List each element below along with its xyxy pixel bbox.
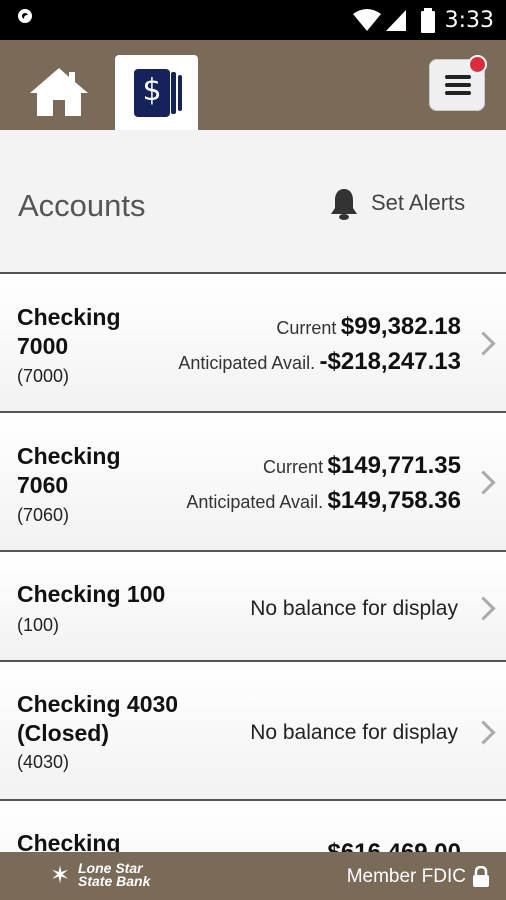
account-name-line: 7060 — [17, 472, 69, 498]
account-name-line: 7000 — [17, 333, 69, 359]
account-name-line: Checking — [17, 304, 121, 330]
account-name-line: (Closed) — [17, 720, 109, 746]
bank-logo-line: State Bank — [78, 873, 151, 889]
menu-button[interactable] — [429, 55, 487, 111]
account-name-line: Checking 4030 — [17, 691, 179, 717]
set-alerts-button[interactable]: Set Alerts — [329, 184, 489, 224]
current-balance: Current $149,771.35 — [263, 452, 461, 480]
lock-icon — [473, 866, 489, 887]
account-number: (7060) — [17, 505, 70, 525]
top-navigation: $ — [0, 40, 506, 131]
current-amount: $149,771.35 — [327, 452, 461, 479]
account-name: Checking 7060 — [17, 442, 121, 500]
signal-icon — [386, 10, 406, 31]
accounts-list: Checking 7000 (7000) Current $99,382.18 … — [0, 274, 506, 852]
anticipated-label: Anticipated Avail. — [178, 353, 316, 373]
account-name-line: Checking 100 — [17, 581, 166, 607]
chevron-right-icon — [471, 331, 496, 356]
current-balance: $616,469.00 — [328, 839, 461, 852]
notification-icon — [18, 9, 32, 23]
account-name-line: Checking — [17, 443, 121, 469]
battery-icon — [421, 8, 435, 33]
status-bar: 3:33 — [0, 0, 506, 40]
footer: ✶ Lone Star State Bank Member FDIC — [0, 852, 506, 900]
anticipated-balance: Anticipated Avail. -$218,247.13 — [178, 348, 461, 376]
bank-logo: Lone Star State Bank — [78, 861, 151, 889]
bell-icon — [331, 189, 357, 220]
account-row-partial[interactable]: Checking $616,469.00 — [0, 801, 506, 852]
no-balance-text: No balance for display — [250, 721, 458, 744]
account-row-100[interactable]: Checking 100 (100) No balance for displa… — [0, 552, 506, 662]
anticipated-label: Anticipated Avail. — [186, 492, 324, 512]
account-name: Checking 4030 (Closed) — [17, 690, 178, 748]
set-alerts-label: Set Alerts — [371, 190, 466, 215]
member-fdic: Member FDIC — [346, 866, 466, 887]
account-row-4030[interactable]: Checking 4030 (Closed) (4030) No balance… — [0, 662, 506, 801]
account-name-line: Checking — [17, 830, 121, 852]
current-balance: Current $99,382.18 — [276, 313, 461, 341]
star-logo-icon: ✶ — [50, 862, 71, 889]
home-button[interactable] — [28, 66, 90, 118]
anticipated-balance: Anticipated Avail. $149,758.36 — [186, 487, 461, 515]
account-row-7000[interactable]: Checking 7000 (7000) Current $99,382.18 … — [0, 274, 506, 413]
current-amount: $99,382.18 — [340, 313, 461, 340]
chevron-right-icon — [471, 720, 496, 745]
wifi-icon — [353, 9, 381, 31]
anticipated-amount: $149,758.36 — [327, 487, 461, 514]
account-number: (4030) — [17, 752, 70, 772]
current-amount: $616,469.00 — [328, 839, 461, 852]
dollar-glyph: $ — [142, 73, 162, 108]
home-icon — [30, 68, 88, 116]
notification-badge — [468, 55, 487, 74]
card-stack-icon — [178, 75, 182, 111]
account-number: (7000) — [17, 366, 70, 386]
account-number: (100) — [17, 615, 60, 635]
chevron-right-icon — [471, 596, 496, 621]
anticipated-amount: -$218,247.13 — [319, 348, 461, 375]
page-header: Accounts Set Alerts — [0, 130, 506, 273]
card-stack-icon — [171, 72, 176, 114]
no-balance-text: No balance for display — [250, 597, 458, 620]
account-name: Checking 100 — [17, 580, 165, 609]
hamburger-menu-icon — [445, 91, 471, 95]
current-label: Current — [263, 457, 324, 477]
tab-accounts[interactable]: $ — [115, 55, 198, 131]
account-name: Checking — [17, 829, 121, 852]
page-title: Accounts — [18, 188, 146, 223]
hamburger-menu-icon — [445, 83, 471, 87]
clock: 3:33 — [444, 8, 494, 33]
current-label: Current — [276, 318, 337, 338]
account-row-7060[interactable]: Checking 7060 (7060) Current $149,771.35… — [0, 413, 506, 552]
chevron-right-icon — [471, 470, 496, 495]
hamburger-menu-icon — [445, 75, 471, 79]
account-name: Checking 7000 — [17, 303, 121, 361]
